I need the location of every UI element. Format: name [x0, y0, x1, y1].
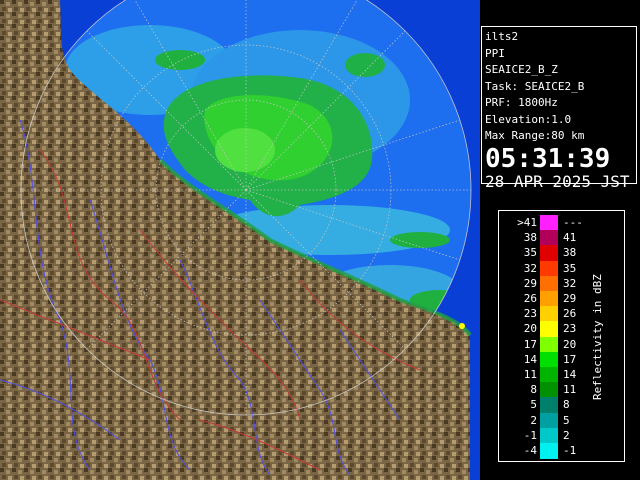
legend-high-value: 14	[563, 368, 577, 381]
legend-low-value: 23	[523, 307, 537, 321]
legend-low-value: >41	[517, 216, 537, 229]
legend-swatch	[540, 260, 558, 277]
legend-high-value: 35	[563, 261, 577, 275]
legend-low-value: 29	[523, 276, 537, 290]
legend-high-value: 8	[563, 398, 570, 412]
legend-swatch	[540, 412, 558, 429]
legend-low-value: 17	[523, 337, 537, 351]
scan-time: 05:31:39	[485, 143, 611, 174]
legend-swatch	[540, 443, 558, 459]
legend-high-value: 38	[563, 246, 577, 260]
legend-low-value: -4	[523, 444, 537, 457]
legend-swatch	[540, 291, 558, 307]
legend-low-value: 8	[530, 383, 537, 397]
legend-high-value: -1	[563, 444, 577, 457]
legend-low-value: 11	[523, 368, 537, 381]
prf-value: PRF: 1800Hz	[485, 96, 558, 109]
legend-high-value: 26	[563, 307, 577, 321]
legend-low-value: 35	[523, 246, 537, 260]
legend-swatch	[540, 306, 558, 322]
scan-info-panel: ilts2 PPI SEAICE2_B_Z Task: SEAICE2_B PR…	[481, 26, 637, 190]
legend-swatch	[540, 427, 558, 444]
legend-high-value: ---	[563, 216, 583, 229]
radar-site-marker	[459, 323, 465, 329]
legend-low-value: 2	[530, 413, 537, 427]
legend-swatch	[540, 336, 558, 353]
legend-swatch	[540, 367, 558, 383]
legend-low-value: 20	[523, 322, 537, 336]
legend-high-value: 5	[563, 413, 570, 427]
legend-high-value: 23	[563, 322, 577, 336]
legend-low-value: 5	[530, 398, 537, 412]
legend-swatch	[540, 215, 558, 231]
product-type: PPI	[485, 46, 505, 60]
legend-swatch	[540, 321, 558, 337]
legend-low-value: -1	[523, 428, 537, 442]
legend-low-value: 32	[523, 261, 537, 275]
scan-id: SEAICE2_B_Z	[485, 63, 558, 76]
legend-high-value: 17	[563, 352, 577, 366]
legend-swatch	[540, 397, 558, 413]
legend-swatch	[540, 351, 558, 368]
reflectivity-legend: >41 --- 38 41 35 38 32 35 29 32 26 29 23 26 20 23 17 20 14…	[498, 210, 625, 462]
site-name: ilts2	[485, 30, 519, 43]
scan-date: 28 APR 2025 JST	[485, 171, 630, 191]
task-name: Task: SEAICE2_B	[485, 79, 585, 93]
legend-low-value: 14	[523, 352, 537, 366]
legend-high-value: 29	[563, 292, 577, 305]
radar-ppi-display	[0, 0, 480, 480]
elevation-value: Elevation:1.0	[485, 112, 572, 126]
legend-swatch	[540, 230, 558, 246]
legend-low-value: 26	[523, 292, 537, 305]
legend-swatch	[540, 382, 558, 398]
legend-high-value: 32	[563, 276, 577, 290]
legend-high-value: 11	[563, 383, 577, 397]
legend-low-value: 38	[523, 231, 537, 245]
max-range-value: Max Range:80 km	[485, 129, 585, 142]
legend-title: Reflectivity in dBZ	[591, 274, 604, 400]
legend-high-value: 2	[563, 428, 570, 442]
legend-swatch	[540, 245, 558, 261]
legend-high-value: 20	[563, 337, 577, 351]
legend-high-value: 41	[563, 231, 577, 245]
legend-swatch	[540, 275, 558, 292]
